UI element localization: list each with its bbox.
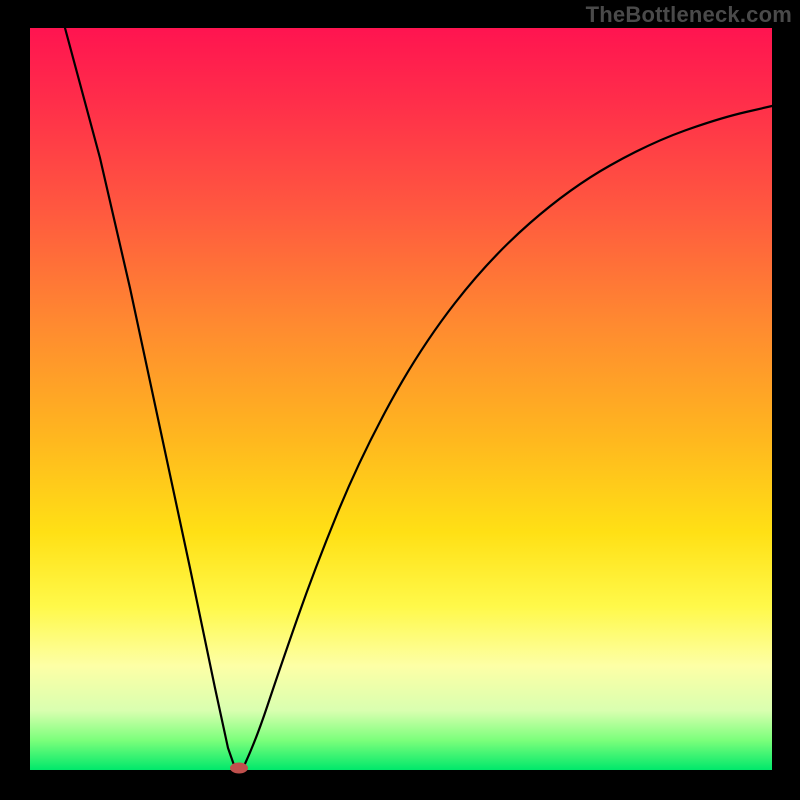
plot-area [30,28,772,770]
chart-frame: TheBottleneck.com [0,0,800,800]
watermark-text: TheBottleneck.com [586,2,792,28]
curve-path [65,28,772,768]
bottleneck-curve [30,28,772,770]
min-marker [230,763,248,774]
